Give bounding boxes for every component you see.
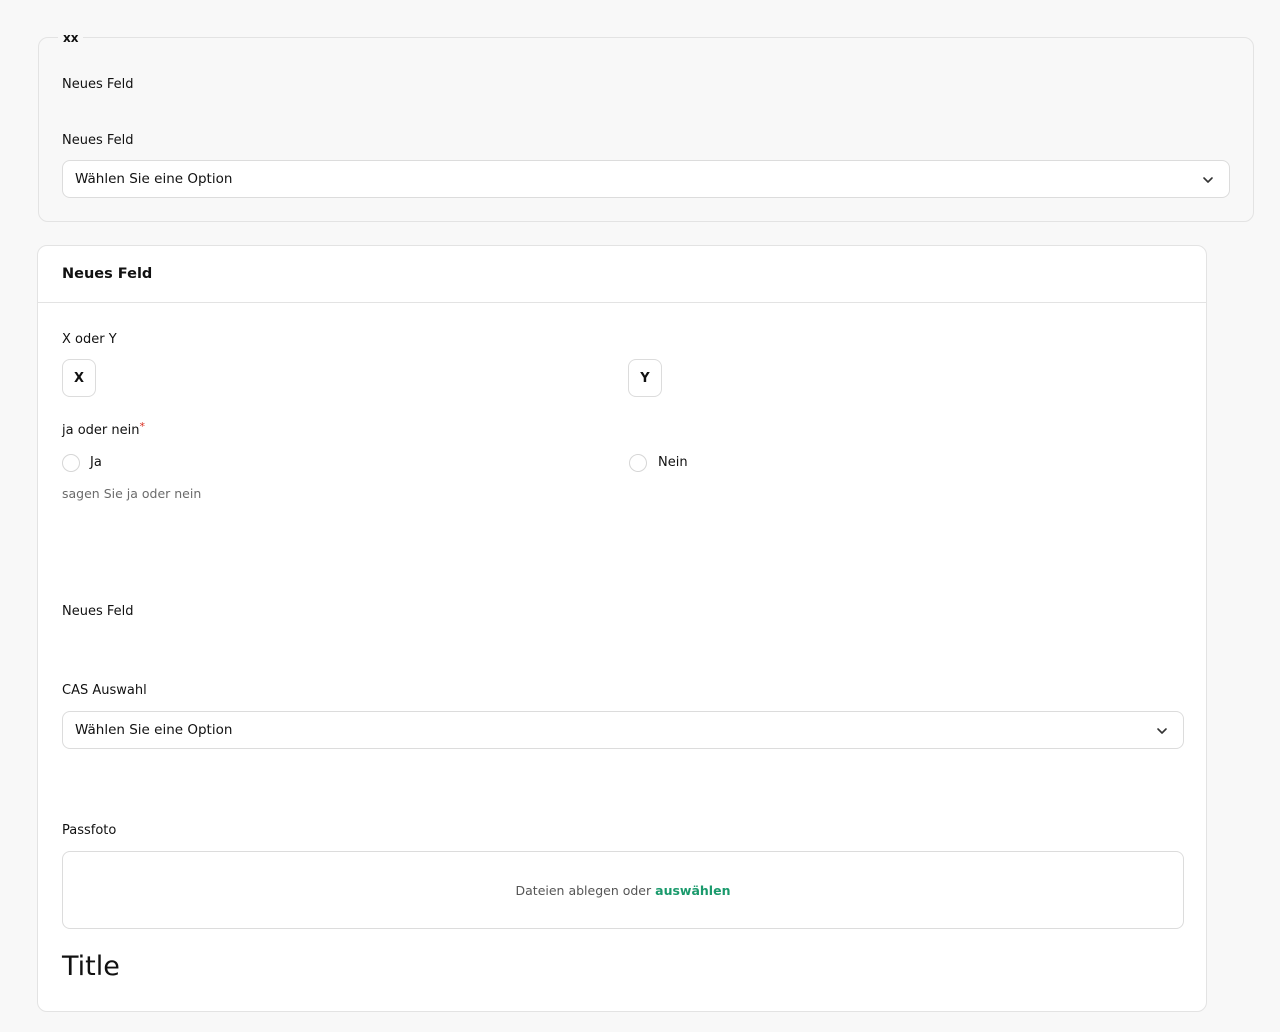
radio-ja-label[interactable]: Ja xyxy=(90,455,102,470)
neues-feld-card: Neues Feld X oder Y X Y ja oder nein* Ja… xyxy=(37,245,1207,1012)
ja-oder-nein-text: ja oder nein xyxy=(62,423,140,438)
fieldset-legend: xx xyxy=(58,31,84,45)
cas-select-value: Wählen Sie eine Option xyxy=(75,722,233,738)
ja-oder-nein-help: sagen Sie ja oder nein xyxy=(62,486,202,501)
x-oder-y-label: X oder Y xyxy=(62,332,117,347)
title-heading: Title xyxy=(62,951,120,982)
passfoto-dropzone[interactable]: Dateien ablegen oder auswählen xyxy=(62,851,1184,929)
chevron-down-icon xyxy=(1157,728,1167,734)
card-title: Neues Feld xyxy=(62,266,153,282)
select-value: Wählen Sie eine Option xyxy=(75,171,233,187)
neues-feld-label-3: Neues Feld xyxy=(62,604,134,619)
option-y-button[interactable]: Y xyxy=(628,359,662,397)
card-header: Neues Feld xyxy=(38,246,1206,303)
radio-nein-label[interactable]: Nein xyxy=(658,455,688,470)
neues-feld-label-2: Neues Feld xyxy=(62,133,134,148)
cas-auswahl-label: CAS Auswahl xyxy=(62,683,147,698)
fieldset-option-select[interactable]: Wählen Sie eine Option xyxy=(62,160,1230,198)
required-mark: * xyxy=(139,420,145,433)
cas-auswahl-select[interactable]: Wählen Sie eine Option xyxy=(62,711,1184,749)
neues-feld-label-1: Neues Feld xyxy=(62,77,134,92)
ja-oder-nein-label: ja oder nein* xyxy=(62,420,145,438)
passfoto-label: Passfoto xyxy=(62,823,117,838)
option-x-button[interactable]: X xyxy=(62,359,96,397)
dropzone-select-link[interactable]: auswählen xyxy=(655,883,730,898)
dropzone-text: Dateien ablegen oder xyxy=(515,882,652,898)
radio-ja[interactable] xyxy=(62,454,80,472)
radio-nein[interactable] xyxy=(629,454,647,472)
chevron-down-icon xyxy=(1203,177,1213,183)
